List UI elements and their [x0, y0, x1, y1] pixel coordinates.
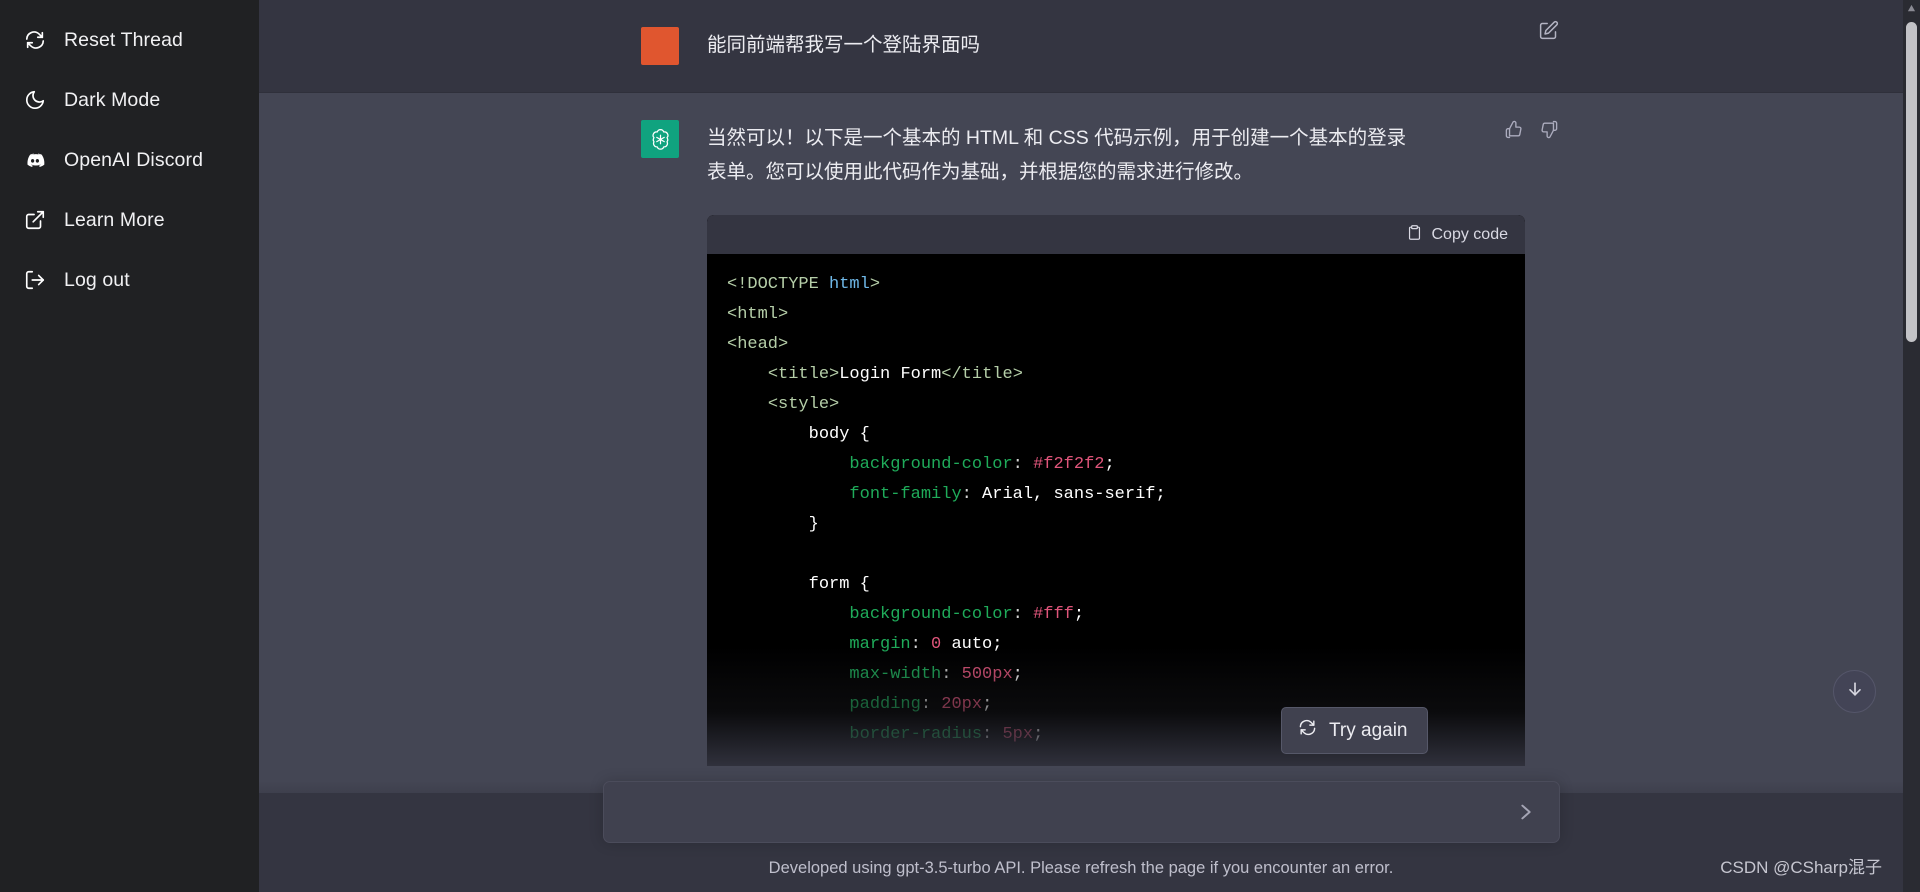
code-block-body: <!DOCTYPE html> <html> <head> <title>Log… — [707, 254, 1525, 766]
scroll-to-bottom-button[interactable] — [1833, 670, 1876, 713]
sidebar-item-openai-discord[interactable]: OpenAI Discord — [0, 130, 259, 190]
thumbs-up-button[interactable] — [1501, 117, 1525, 141]
assistant-message-text: 当然可以！以下是一个基本的 HTML 和 CSS 代码示例，用于创建一个基本的登… — [707, 127, 1407, 183]
sidebar-item-log-out[interactable]: Log out — [0, 250, 259, 310]
scrollbar-thumb[interactable] — [1906, 22, 1917, 342]
code-block: Copy code <!DOCTYPE html> <html> <head> … — [707, 215, 1525, 766]
sidebar-item-label: Dark Mode — [64, 88, 161, 111]
external-link-icon — [24, 209, 46, 231]
avatar-assistant — [641, 120, 679, 158]
copy-code-label: Copy code — [1431, 225, 1509, 243]
avatar-user — [641, 27, 679, 65]
reset-icon — [24, 29, 46, 51]
sidebar-item-label: Learn More — [64, 208, 165, 231]
footer-note: Developed using gpt-3.5-turbo API. Pleas… — [768, 859, 1394, 877]
edit-message-button[interactable] — [1535, 17, 1561, 43]
try-again-button[interactable]: Try again — [1281, 707, 1428, 754]
assistant-feedback-actions — [1501, 117, 1561, 141]
sidebar-item-reset-thread[interactable]: Reset Thread — [0, 10, 259, 70]
chat-input[interactable] — [625, 801, 1511, 823]
discord-icon — [24, 149, 46, 171]
logout-icon — [24, 269, 46, 291]
code-block-header: Copy code — [707, 215, 1525, 254]
message-thread: 能同前端帮我写一个登陆界面吗 当然可以！以下是一个基本的 HTML 和 CSS … — [259, 0, 1903, 892]
code-content[interactable]: <!DOCTYPE html> <html> <head> <title>Log… — [707, 270, 1525, 750]
arrow-down-icon — [1845, 679, 1865, 704]
sidebar: Reset Thread Dark Mode OpenAI Discord Le… — [0, 0, 259, 892]
moon-icon — [24, 89, 46, 111]
composer-box[interactable] — [602, 781, 1560, 843]
composer-area: Developed using gpt-3.5-turbo API. Pleas… — [259, 781, 1903, 892]
app-root: Reset Thread Dark Mode OpenAI Discord Le… — [0, 0, 1920, 892]
user-message-text: 能同前端帮我写一个登陆界面吗 — [707, 34, 981, 56]
message-inner: 当然可以！以下是一个基本的 HTML 和 CSS 代码示例，用于创建一个基本的登… — [641, 93, 1557, 793]
thumbs-down-button[interactable] — [1537, 117, 1561, 141]
send-button[interactable] — [1511, 797, 1541, 827]
message-inner: 能同前端帮我写一个登陆界面吗 — [641, 0, 1558, 92]
sidebar-item-label: Reset Thread — [64, 28, 183, 51]
message-row-assistant: 当然可以！以下是一个基本的 HTML 和 CSS 代码示例，用于创建一个基本的登… — [259, 92, 1903, 793]
main-panel: 能同前端帮我写一个登陆界面吗 当然可以！以下是一个基本的 HTML 和 CSS … — [259, 0, 1920, 892]
vertical-scrollbar[interactable] — [1903, 0, 1920, 892]
sidebar-item-dark-mode[interactable]: Dark Mode — [0, 70, 259, 130]
sidebar-item-label: OpenAI Discord — [64, 148, 204, 171]
clipboard-icon — [1406, 224, 1423, 246]
sidebar-item-learn-more[interactable]: Learn More — [0, 190, 259, 250]
scrollbar-up-arrow-icon[interactable] — [1903, 0, 1920, 17]
user-message-body: 能同前端帮我写一个登陆界面吗 — [707, 27, 1521, 65]
refresh-icon — [1298, 718, 1317, 743]
assistant-message-body: 当然可以！以下是一个基本的 HTML 和 CSS 代码示例，用于创建一个基本的登… — [707, 120, 1525, 766]
sidebar-item-label: Log out — [64, 268, 130, 291]
message-row-user: 能同前端帮我写一个登陆界面吗 — [259, 0, 1903, 92]
copy-code-button[interactable]: Copy code — [1406, 224, 1509, 246]
try-again-label: Try again — [1329, 719, 1408, 741]
